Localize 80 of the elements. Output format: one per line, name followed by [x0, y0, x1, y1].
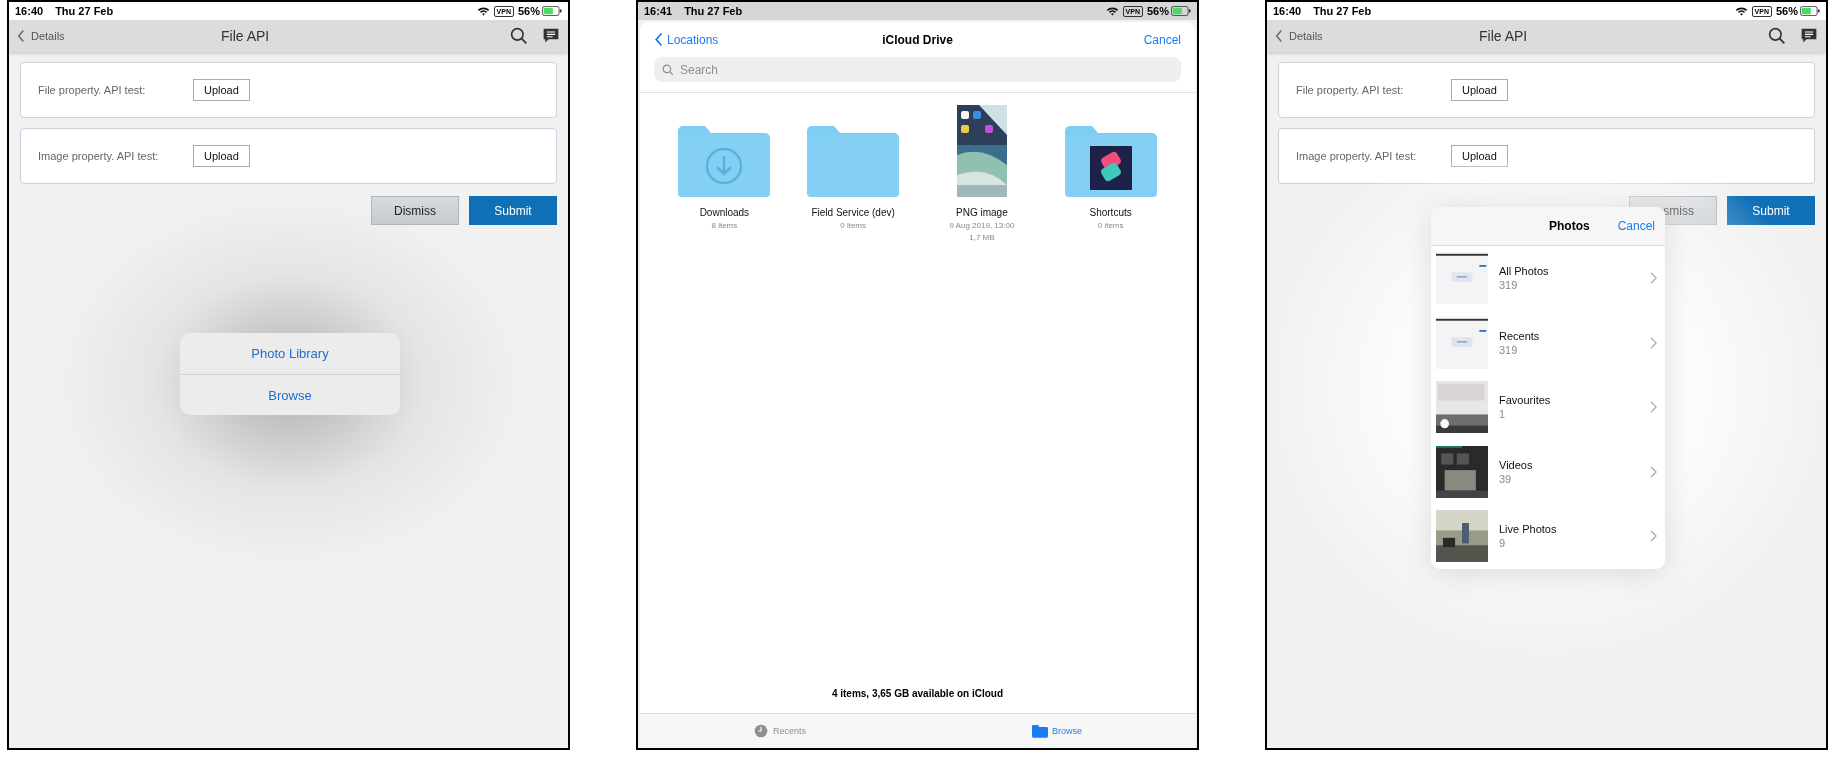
item-name: PNG image	[956, 207, 1008, 218]
album-name: Videos	[1499, 458, 1534, 471]
dismiss-button[interactable]: Dismiss	[371, 196, 459, 225]
item-name: Shortcuts	[1089, 207, 1132, 218]
submit-button[interactable]: Submit	[1727, 196, 1815, 225]
status-time: 16:40	[15, 5, 44, 17]
battery-percent: 56%	[517, 5, 540, 17]
status-date: Thu 27 Feb	[684, 5, 743, 17]
item-details: 1,7 MB	[969, 233, 995, 242]
submit-button[interactable]: Submit	[469, 196, 557, 225]
album-count: 319	[1499, 343, 1519, 356]
storage-summary: 4 items, 3,65 GB available on iCloud	[830, 688, 1005, 699]
search-icon	[662, 64, 674, 76]
folder-icon[interactable]	[1064, 125, 1157, 197]
back-button[interactable]: Details	[1275, 29, 1465, 43]
field-label: Image property. API test:	[1296, 150, 1418, 162]
field-label: Image property. API test:	[38, 150, 160, 162]
sheet-option[interactable]: Photo Library	[180, 333, 400, 374]
popover-title: Photos	[1548, 219, 1590, 233]
folder-icon	[1032, 724, 1048, 738]
album-count: 1	[1499, 408, 1507, 421]
battery-icon	[542, 6, 562, 16]
chevron-icon	[1650, 336, 1657, 349]
status-time: 16:40	[1273, 5, 1302, 17]
album-count: 39	[1499, 472, 1513, 485]
wifi-icon	[1105, 6, 1119, 16]
cancel-button[interactable]: Cancel	[1061, 32, 1181, 47]
item-details: 0 items	[840, 221, 866, 230]
upload-button[interactable]: Upload	[193, 79, 250, 101]
album-count: 319	[1499, 279, 1519, 292]
album-name: Live Photos	[1499, 523, 1558, 536]
sheet-option[interactable]: Browse	[180, 374, 400, 415]
tab[interactable]: Browse	[1026, 714, 1088, 748]
chat-icon[interactable]	[542, 27, 560, 45]
album-row[interactable]: All Photos 319	[1431, 246, 1665, 311]
album-row[interactable]: Live Photos 9	[1431, 504, 1665, 569]
chevron-icon	[654, 32, 663, 47]
status-date: Thu 27 Feb	[1313, 5, 1372, 17]
battery-percent: 56%	[1775, 5, 1798, 17]
clock-icon	[753, 724, 769, 738]
item-name: Downloads	[699, 207, 750, 218]
chevron-icon	[1650, 465, 1657, 478]
album-name: All Photos	[1499, 265, 1550, 278]
search-field[interactable]: Search	[654, 57, 1181, 82]
album-name: Favourites	[1499, 394, 1552, 407]
search-icon[interactable]	[510, 27, 528, 45]
field-label: File property. API test:	[38, 84, 147, 96]
album-row[interactable]: Recents 319	[1431, 310, 1665, 375]
item-details: 0 items	[1097, 221, 1124, 230]
chevron-icon	[1275, 29, 1283, 43]
item-details: 8 items	[711, 221, 738, 230]
status-date: Thu 27 Feb	[55, 5, 114, 17]
chevron-icon	[1650, 401, 1657, 414]
field-label: File property. API test:	[1296, 84, 1405, 96]
wifi-icon	[1734, 6, 1748, 16]
back-button[interactable]: Details	[17, 29, 207, 43]
album-row[interactable]: Favourites 1	[1431, 375, 1665, 440]
upload-button[interactable]: Upload	[193, 145, 250, 167]
item-details: 9 Aug 2019, 13:00	[949, 221, 1015, 230]
chevron-icon	[1650, 530, 1657, 543]
battery-icon	[1800, 6, 1820, 16]
wifi-icon	[476, 6, 490, 16]
chevron-icon	[1650, 272, 1657, 285]
upload-button[interactable]: Upload	[1451, 145, 1508, 167]
upload-button[interactable]: Upload	[1451, 79, 1508, 101]
chevron-icon	[17, 29, 25, 43]
item-name: Field Service (dev)	[811, 207, 895, 218]
chat-icon[interactable]	[1800, 27, 1818, 45]
battery-percent: 56%	[1146, 5, 1169, 17]
screen-title: File API	[1479, 28, 1529, 44]
album-row[interactable]: Videos 39	[1431, 439, 1665, 504]
screen-title: File API	[221, 28, 271, 44]
back-button[interactable]: Locations	[654, 32, 774, 47]
album-name: Recents	[1499, 329, 1541, 342]
status-time: 16:41	[644, 5, 673, 17]
album-count: 9	[1499, 537, 1507, 550]
battery-icon	[1171, 6, 1191, 16]
screen-title: iCloud Drive	[882, 32, 953, 47]
search-icon[interactable]	[1768, 27, 1786, 45]
tab[interactable]: Recents	[747, 714, 812, 748]
